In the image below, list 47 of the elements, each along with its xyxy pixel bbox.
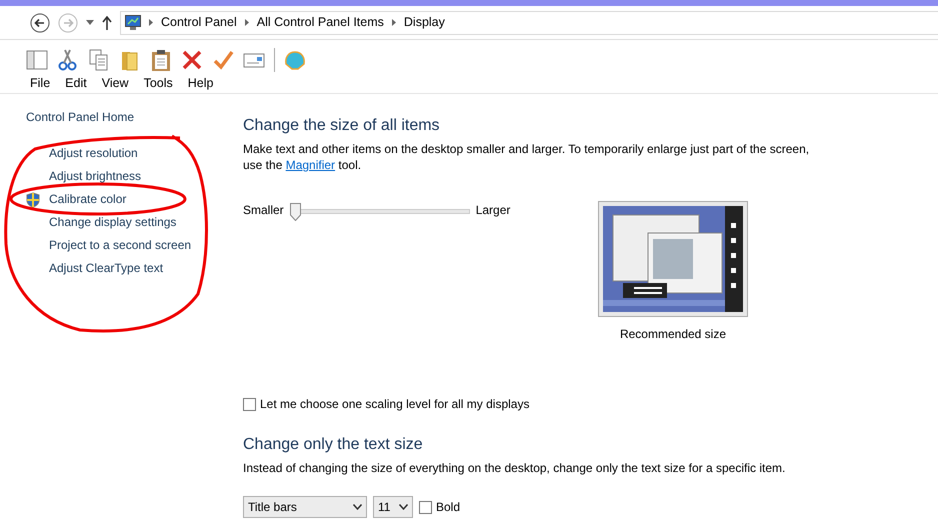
address-bar[interactable]: Control Panel All Control Panel Items Display [120,10,938,34]
panel-icon[interactable] [26,48,48,72]
shell-icon[interactable] [284,48,306,72]
sidebar-link[interactable]: Change display settings [49,214,176,231]
slider-thumb[interactable] [290,203,301,222]
sidebar-link[interactable]: Control Panel Home [26,109,134,126]
sidebar-link[interactable]: Adjust brightness [49,168,142,185]
breadcrumb-item[interactable]: Control Panel [161,13,237,32]
menu-item[interactable]: View [102,74,129,93]
clipboard-icon[interactable] [150,48,172,72]
checkbox-label: Bold [436,499,460,516]
checkbox-label: Let me choose one scaling level for all my displays [260,396,530,414]
sidebar-link[interactable]: Project to a second screen [49,237,192,254]
monitor-icon [125,15,141,30]
sidebar-link[interactable]: Adjust ClearType text [49,260,164,277]
magnifier-link[interactable]: Magnifier [286,158,336,172]
preview-caption: Recommended size [620,326,726,344]
slider-max-label: Larger [476,202,510,220]
menu-item[interactable]: Help [188,74,214,93]
dropdown-icon[interactable] [86,20,94,25]
scissors-icon[interactable] [57,48,79,72]
chevron-icon [149,19,153,26]
caret-icon [353,504,362,510]
dropdown[interactable]: 11 [373,496,413,518]
section-heading: Change only the text size [243,435,424,454]
checkmark-icon[interactable] [212,48,234,72]
chevron-icon [244,19,249,26]
slider-min-label: Smaller [243,202,284,220]
description: Instead of changing the size of everything on the desktop, change only the text size for a specific item. [243,460,786,476]
breadcrumb-item[interactable]: All Control Panel Items [256,13,384,32]
menu-item[interactable]: File [30,74,50,93]
checkbox[interactable] [419,500,432,514]
menu-item[interactable]: Tools [144,74,173,93]
sidebar-link[interactable]: Calibrate color [49,191,126,208]
cross-icon[interactable] [181,48,203,72]
checkbox[interactable] [243,398,256,411]
menu-item[interactable]: Edit [65,74,87,93]
section-heading: Change the size of all items [243,116,441,136]
description: Make text and other items on the desktop smaller and larger. To temporarily enlarge just part of the screen, use the Magnifier tool. [243,141,810,174]
documents-icon[interactable] [88,48,110,72]
dropdown[interactable]: Title bars [243,496,367,518]
up-arrow-icon[interactable] [102,16,112,30]
sidebar-link[interactable]: Adjust resolution [49,145,138,162]
caret-icon [399,504,408,510]
breadcrumb-item[interactable]: Display [404,13,445,32]
back-icon[interactable] [30,12,50,32]
chevron-icon [392,19,396,26]
